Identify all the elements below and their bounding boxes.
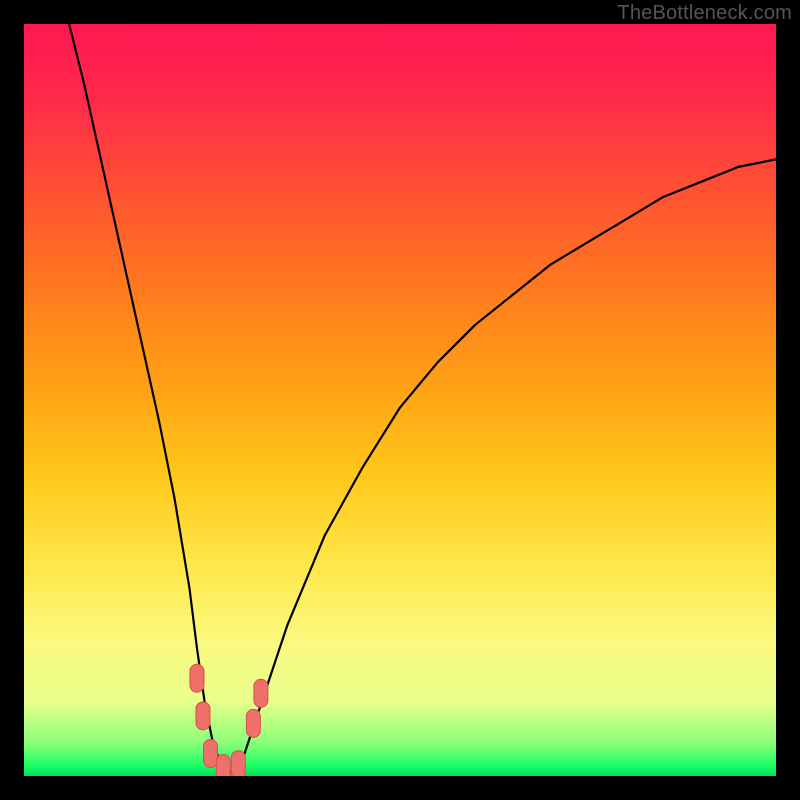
marker-pill (204, 739, 218, 767)
marker-pill (190, 664, 204, 692)
marker-pill (216, 754, 230, 776)
marker-pill (231, 751, 245, 776)
marker-pill (246, 709, 260, 737)
marker-pill (196, 702, 210, 730)
gradient-background (24, 24, 776, 776)
chart-frame: TheBottleneck.com (0, 0, 800, 800)
marker-pill (254, 679, 268, 707)
bottleneck-chart (24, 24, 776, 776)
watermark-text: TheBottleneck.com (617, 2, 792, 25)
plot-area (24, 24, 776, 776)
